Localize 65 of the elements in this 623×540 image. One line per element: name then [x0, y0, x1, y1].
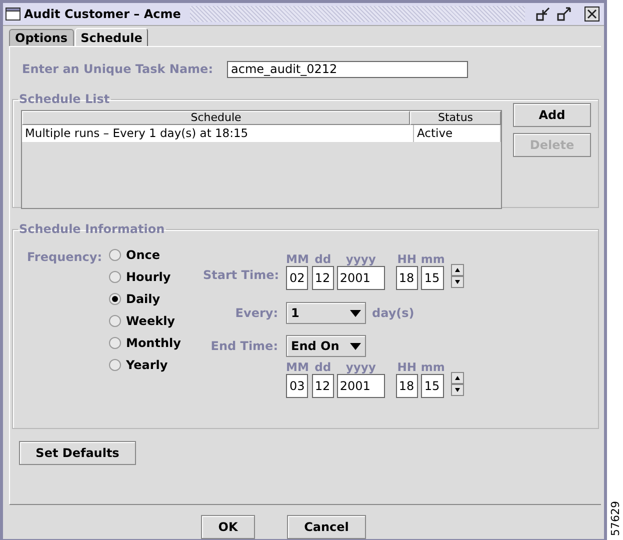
- spin-up-icon[interactable]: [450, 264, 464, 276]
- group-title: Schedule Information: [18, 222, 166, 236]
- spin-down-icon[interactable]: [450, 276, 464, 288]
- end-time-label: End Time:: [210, 339, 278, 353]
- radio-button[interactable]: [109, 337, 121, 349]
- tab[interactable]: Options: [9, 29, 74, 46]
- time-field[interactable]: 02: [286, 266, 308, 290]
- time-field[interactable]: 03: [286, 374, 308, 398]
- set-defaults-button[interactable]: Set Defaults: [19, 441, 136, 465]
- group-title: Schedule List: [18, 92, 111, 106]
- field-header: dd: [314, 360, 332, 374]
- minimize-icon[interactable]: [534, 5, 552, 23]
- time-field[interactable]: 18: [396, 266, 418, 290]
- field-header: MM: [286, 252, 309, 266]
- window-title: Audit Customer – Acme: [24, 7, 181, 21]
- field-header: mm: [420, 252, 445, 266]
- radio-button[interactable]: [109, 293, 121, 305]
- list-button[interactable]: Add: [513, 103, 591, 127]
- caret-icon: [350, 342, 361, 350]
- time-field[interactable]: 18: [396, 374, 418, 398]
- field-header: yyyy: [346, 360, 376, 374]
- field-header: HH: [397, 252, 417, 266]
- column-header[interactable]: Schedule: [22, 111, 410, 125]
- field-header: yyyy: [346, 252, 376, 266]
- table-cell: Multiple runs – Every 1 day(s) at 18:15: [22, 125, 414, 142]
- spin-down-icon[interactable]: [450, 384, 464, 396]
- field-header: MM: [286, 360, 309, 374]
- close-icon[interactable]: [584, 6, 600, 22]
- spin-up-icon[interactable]: [450, 372, 464, 384]
- task-name-label: Enter an Unique Task Name:: [22, 62, 214, 76]
- time-field[interactable]: 12: [312, 266, 334, 290]
- field-header: mm: [420, 360, 445, 374]
- end-mode-dropdown[interactable]: End On: [286, 335, 366, 357]
- radio-label[interactable]: Daily: [126, 292, 160, 306]
- start-time-label: Start Time:: [203, 268, 278, 284]
- radio-label[interactable]: Yearly: [126, 358, 168, 372]
- caret-icon: [350, 310, 361, 316]
- radio-button[interactable]: [109, 359, 121, 371]
- column-header[interactable]: Status: [410, 111, 501, 125]
- window-icon: [5, 6, 21, 22]
- radio-button[interactable]: [109, 271, 121, 283]
- time-field[interactable]: 15: [421, 266, 444, 290]
- radio-label[interactable]: Weekly: [126, 314, 176, 328]
- task-name-field[interactable]: acme_audit_0212: [227, 60, 468, 78]
- radio-label[interactable]: Monthly: [126, 336, 181, 350]
- radio-button[interactable]: [109, 315, 121, 327]
- dialog-button[interactable]: OK: [201, 515, 255, 539]
- field-header: dd: [314, 252, 332, 266]
- table-cell: Active: [414, 125, 501, 142]
- every-dropdown[interactable]: 1: [286, 302, 366, 324]
- time-field[interactable]: 15: [421, 374, 444, 398]
- time-field[interactable]: 2001: [336, 374, 385, 398]
- dialog-button[interactable]: Cancel: [287, 515, 366, 539]
- radio-button[interactable]: [109, 249, 121, 261]
- maximize-icon[interactable]: [555, 5, 573, 23]
- every-label: Every:: [234, 306, 278, 320]
- unit-label: day(s): [372, 306, 414, 320]
- radio-label[interactable]: Once: [126, 248, 160, 262]
- field-header: HH: [397, 360, 417, 374]
- frequency-label: Frequency:: [27, 249, 104, 266]
- tab[interactable]: Schedule: [74, 28, 148, 46]
- time-field[interactable]: 12: [312, 374, 334, 398]
- figure-number: 57629: [608, 501, 622, 536]
- radio-label[interactable]: Hourly: [126, 270, 171, 284]
- time-field[interactable]: 2001: [336, 266, 385, 290]
